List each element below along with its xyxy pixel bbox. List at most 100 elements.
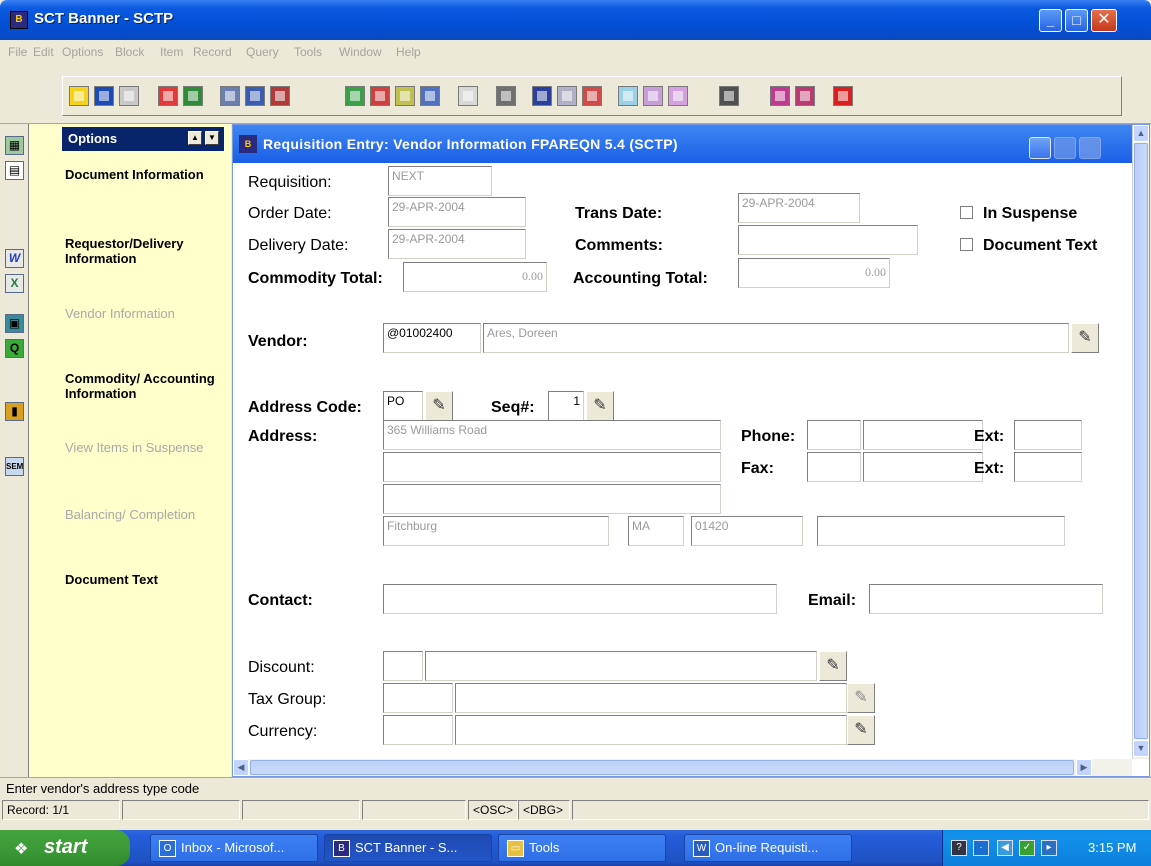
order-date-field[interactable]: 29-APR-2004 [388,197,526,227]
scroll-right-icon[interactable]: ▶ [1076,759,1092,776]
discount-code-field[interactable] [383,651,423,681]
exit-icon[interactable] [557,86,577,106]
calculator-icon[interactable]: ▦ [5,136,24,155]
seq-field[interactable]: 1 [548,391,584,421]
phone-area-field[interactable] [807,420,861,450]
previous-record-icon[interactable] [395,86,415,106]
contact-field[interactable] [383,584,777,614]
help-book-icon[interactable] [795,86,815,106]
scroll-up-icon[interactable]: ▲ [1133,125,1149,142]
vertical-scroll-thumb[interactable] [1134,143,1148,739]
menu-file[interactable]: File [8,45,27,59]
address-line3-field[interactable] [383,484,721,514]
form-close-button[interactable] [1079,137,1101,159]
zip-field[interactable]: 01420 [691,516,803,546]
export-icon[interactable]: ▣ [5,314,24,333]
options-scroll-down-button[interactable]: ▼ [205,131,219,145]
form-minimize-button[interactable] [1029,137,1051,159]
comments-field[interactable] [738,225,918,255]
document-text-checkbox[interactable] [960,238,973,251]
workflow-submit-icon[interactable] [668,86,688,106]
execute-query-icon[interactable] [245,86,265,106]
connection-tray-icon[interactable]: ▸ [1041,840,1057,856]
sem-icon[interactable]: SEM [5,457,24,476]
currency-code-field[interactable] [383,715,453,745]
start-button[interactable]: ❖ start [0,830,130,866]
taskbar-item-inbox[interactable]: O Inbox - Microsof... [150,834,318,862]
network-tray-icon[interactable]: · [973,840,989,856]
scroll-down-icon[interactable]: ▼ [1133,740,1149,757]
maximize-button[interactable]: □ [1065,9,1088,32]
minimize-button[interactable]: _ [1039,9,1062,32]
cascade-icon[interactable] [719,86,739,106]
city-field[interactable]: Fitchburg [383,516,609,546]
chart-icon[interactable] [532,86,552,106]
horizontal-scrollbar[interactable]: ◀ ▶ [233,759,1132,776]
option-document-text[interactable]: Document Text [65,572,225,587]
trans-date-field[interactable]: 29-APR-2004 [738,193,860,223]
option-requestor-delivery[interactable]: Requestor/Delivery Information [65,236,225,266]
next-block-icon[interactable] [183,86,203,106]
fax-number-field[interactable] [863,452,983,482]
menu-block[interactable]: Block [115,45,144,59]
print-icon[interactable] [496,86,516,106]
cancel-query-icon[interactable] [270,86,290,106]
menu-item[interactable]: Item [160,45,183,59]
bookshelf-icon[interactable] [770,86,790,106]
state-field[interactable]: MA [628,516,684,546]
help-tray-icon[interactable]: ? [951,840,967,856]
address-line1-field[interactable]: 365 Williams Road [383,420,721,450]
scroll-left-icon[interactable]: ◀ [233,759,249,776]
phone-ext-field[interactable] [1014,420,1082,450]
menu-tools[interactable]: Tools [294,45,322,59]
option-document-information[interactable]: Document Information [65,167,225,182]
rollback-icon[interactable] [94,86,114,106]
form-maximize-button[interactable] [1054,137,1076,159]
previous-block-icon[interactable] [158,86,178,106]
options-scroll-up-button[interactable]: ▲ [188,131,202,145]
menu-query[interactable]: Query [246,45,279,59]
address-code-field[interactable]: PO [383,391,423,421]
vendor-id-field[interactable]: @01002400 [383,323,481,353]
enter-query-icon[interactable] [220,86,240,106]
currency-lookup-button[interactable]: ✎ [847,715,875,745]
calendar-icon[interactable]: ▤ [5,161,24,180]
workflow-icon[interactable] [618,86,638,106]
tax-group-lookup-button[interactable]: ✎ [847,683,875,713]
insert-record-icon[interactable] [345,86,365,106]
email-field[interactable] [869,584,1103,614]
phone-number-field[interactable] [863,420,983,450]
option-commodity-accounting[interactable]: Commodity/ Accounting Information [65,371,225,401]
next-record-icon[interactable] [420,86,440,106]
exit-door-icon[interactable] [833,86,853,106]
address-line2-field[interactable] [383,452,721,482]
count-query-icon[interactable] [458,86,478,106]
close-button[interactable]: ✕ [1091,9,1117,32]
word-icon[interactable]: W [5,249,24,268]
taskbar-item-word-doc[interactable]: W On-line Requisti... [684,834,852,862]
remove-record-icon[interactable] [370,86,390,106]
taskbar-item-tools[interactable]: ▭ Tools [498,834,666,862]
vendor-lookup-button[interactable]: ✎ [1071,323,1099,353]
fax-area-field[interactable] [807,452,861,482]
fax-ext-field[interactable] [1014,452,1082,482]
excel-icon[interactable]: X [5,274,24,293]
taskbar-item-banner[interactable]: B SCT Banner - S... [324,834,492,862]
seq-lookup-button[interactable]: ✎ [586,391,614,421]
menu-edit[interactable]: Edit [33,45,54,59]
print-screen-icon[interactable] [119,86,139,106]
address-code-lookup-button[interactable]: ✎ [425,391,453,421]
stop-icon[interactable] [582,86,602,106]
workflow-release-icon[interactable] [643,86,663,106]
menu-record[interactable]: Record [193,45,232,59]
menu-help[interactable]: Help [396,45,421,59]
search-icon[interactable]: Q [5,339,24,358]
tax-group-code-field[interactable] [383,683,453,713]
antivirus-tray-icon[interactable]: ✓ [1019,840,1035,856]
menu-window[interactable]: Window [339,45,382,59]
direct-access-icon[interactable]: ▮ [5,402,24,421]
requisition-field[interactable]: NEXT [388,166,492,196]
horizontal-scroll-thumb[interactable] [250,760,1074,775]
vertical-scrollbar[interactable]: ▲ ▼ [1132,125,1149,759]
nation-field[interactable] [817,516,1065,546]
